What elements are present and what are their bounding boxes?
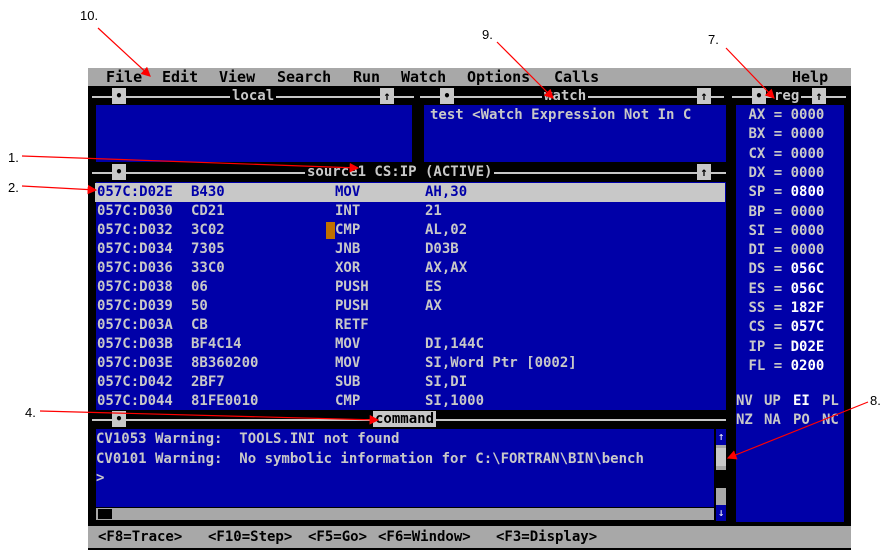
arrow-9 — [496, 41, 554, 99]
arrow-2 — [21, 184, 98, 195]
arrow-10 — [97, 27, 151, 77]
arrow-8 — [726, 401, 869, 460]
callout-arrows — [21, 27, 869, 460]
arrow-7 — [725, 47, 775, 99]
arrow-1 — [21, 155, 360, 173]
arrow-4 — [39, 410, 380, 425]
